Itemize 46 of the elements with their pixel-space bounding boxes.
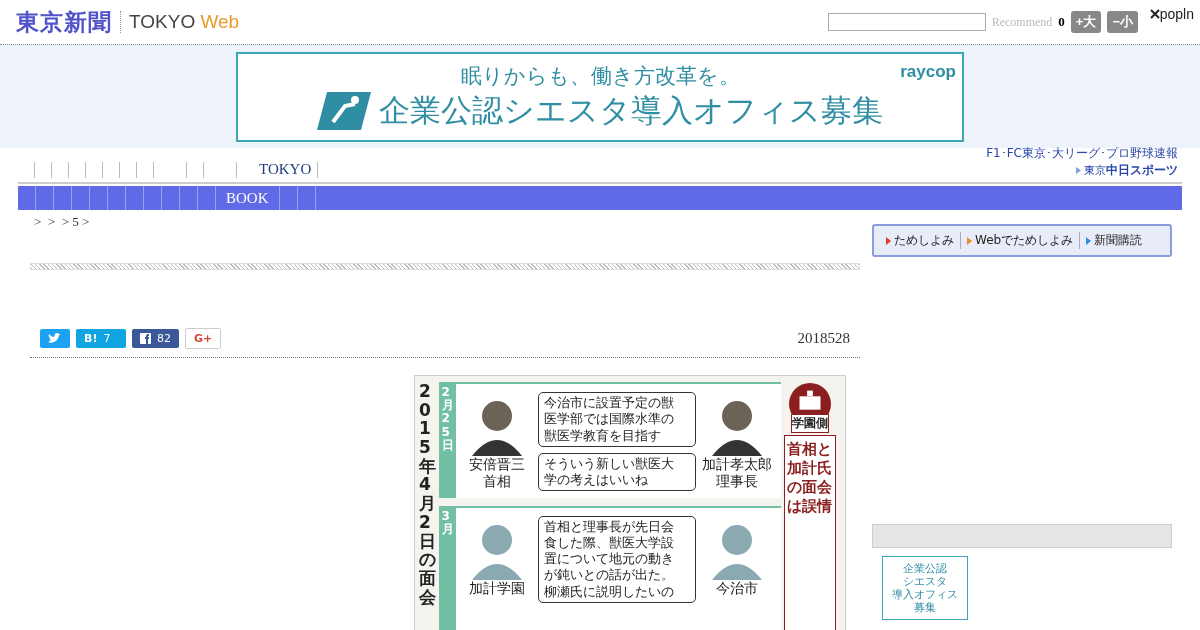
speech-bubble: そういう新しい獣医大 学の考えはいいね — [538, 452, 696, 492]
ad-title: 企業公認シエスタ導入オフィス募集 — [379, 90, 883, 130]
facebook-icon — [140, 333, 151, 344]
speech-bubble: 首相と理事長が先日会 食した際、獣医大学設 置について地元の動き が鈍いとの話が出た。 柳瀬氏に説明したいの — [538, 515, 696, 603]
close-icon[interactable] — [1149, 9, 1160, 19]
bird-icon — [48, 333, 61, 344]
subscribe-link[interactable]: 新聞購読 — [1080, 232, 1149, 249]
banner-ad[interactable]: 眠りからも、働き方改革を。 企業公認シエスタ導入オフィス募集 raycop — [236, 51, 964, 142]
site-name: TOKYO Web — [120, 11, 240, 33]
popin-label: popln — [1159, 6, 1194, 22]
sports-link[interactable]: 東京中日スポーツ — [1084, 162, 1178, 179]
search-field[interactable] — [827, 13, 986, 31]
sidebar-ad[interactable]: 企業公認 シエスタ 導入オフィス 募集 — [882, 556, 968, 620]
share-button[interactable] — [40, 329, 70, 348]
article-date: 2018528 — [797, 330, 850, 347]
category-link[interactable]: BOOK — [216, 186, 280, 210]
person-name: 安倍晋三 首相 — [469, 456, 525, 490]
ad-headline: 眠りからも、働き方改革を。 — [460, 62, 740, 90]
share-button[interactable]: 82 — [132, 329, 179, 348]
share-button[interactable]: G+ — [185, 328, 222, 349]
subscribe-link[interactable]: Webでためしよみ — [961, 232, 1081, 249]
side-text: 首相と加計氏の面会は誤情 — [787, 440, 832, 516]
person-name: 今治市 — [716, 579, 758, 597]
font-size-button[interactable]: +大 — [1070, 11, 1102, 33]
person-name: 加計孝太郎 理事長 — [702, 456, 772, 490]
brand-logo: raycop — [900, 61, 956, 82]
subscribe-link[interactable]: ためしよみ — [880, 232, 961, 249]
sports-caption: F1･FC東京･大リーグ･プロ野球速報 — [986, 146, 1178, 162]
font-size-button[interactable]: −小 — [1107, 11, 1138, 33]
nav-link[interactable]: TOKYO — [253, 161, 318, 178]
person-name: 加計学園 — [469, 579, 525, 597]
ad-text: 導入オフィス — [892, 588, 958, 602]
infographic-title: 2015年4月2日の面会 — [419, 382, 436, 609]
side-label: 学園側 — [791, 414, 829, 434]
recommend-label: Recommend — [991, 14, 1053, 30]
ad-text: シエスタ — [903, 574, 947, 588]
breadcrumb[interactable]: > > > 5 > — [30, 210, 860, 230]
ad-text: 募集 — [914, 601, 936, 615]
recommend-count: 0 — [1058, 14, 1065, 30]
triangle-icon — [1076, 167, 1081, 174]
panel-date: 2月25日 — [441, 386, 454, 454]
speech-bubble: 今治市に設置予定の獣 医学部では国際水準の 獣医学教育を目指す — [538, 392, 696, 447]
newspaper-logo[interactable]: 東京新聞 — [16, 6, 112, 38]
panel-date: 3月 — [441, 509, 454, 538]
figure-icon — [317, 91, 371, 130]
ad-text: 企業公認 — [903, 561, 947, 575]
